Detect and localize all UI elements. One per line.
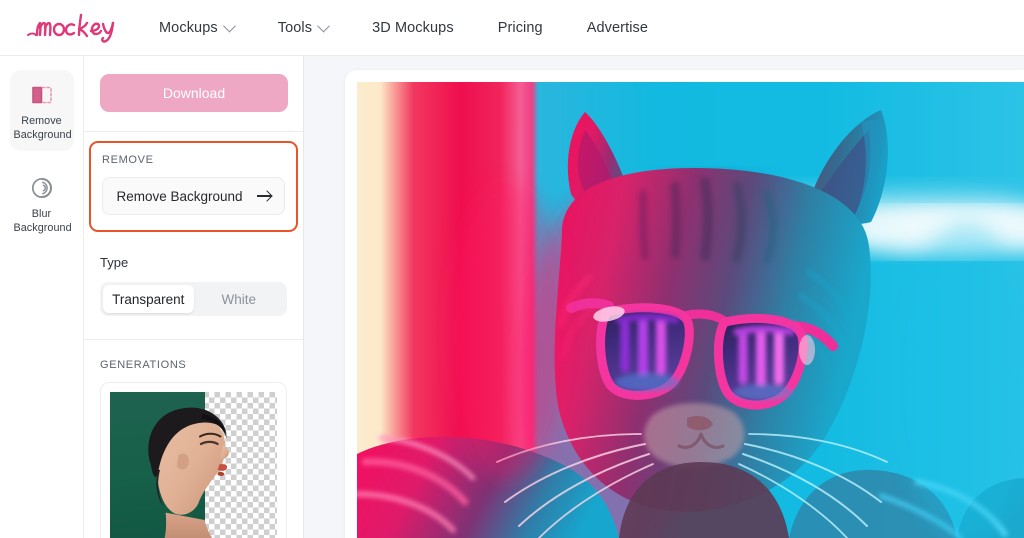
tool-rail: Remove Background Blur Background	[0, 56, 84, 538]
mockey-logo-icon	[26, 13, 114, 43]
chevron-down-icon	[317, 19, 330, 33]
tool-label-line1: Remove	[21, 115, 62, 127]
thumbnail-portrait	[148, 407, 229, 538]
mockey-logo[interactable]	[0, 8, 145, 48]
nav-item-mockups[interactable]: Mockups	[145, 14, 248, 42]
generations-heading: GENERATIONS	[100, 359, 187, 371]
tool-label-line2: Background	[13, 128, 72, 141]
type-option-white[interactable]: White	[194, 285, 285, 313]
nav-item-tools[interactable]: Tools	[264, 14, 342, 42]
nav-label: Mockups	[159, 19, 218, 36]
generation-item[interactable]	[100, 382, 287, 538]
blur-background-icon	[14, 174, 70, 202]
tool-blur-background[interactable]: Blur Background	[10, 163, 74, 244]
nav-label: Pricing	[497, 19, 543, 36]
tool-remove-background[interactable]: Remove Background	[9, 70, 74, 151]
type-section-label: Type	[100, 255, 129, 270]
tool-label-line2: Background	[13, 221, 72, 234]
remove-background-icon	[14, 81, 70, 109]
editor-canvas	[304, 56, 1024, 538]
generation-thumbnail	[110, 392, 277, 538]
remove-background-button[interactable]: Remove Background	[102, 177, 285, 215]
canvas-image[interactable]	[357, 82, 1024, 538]
options-panel: Download REMOVE Remove Background Type T…	[84, 56, 304, 538]
remove-section-highlight: REMOVE Remove Background	[89, 141, 298, 232]
main-navigation: Mockups Tools 3D Mockups Pricing Adverti…	[145, 14, 662, 42]
type-option-transparent[interactable]: Transparent	[103, 285, 194, 313]
download-area: Download	[84, 56, 303, 112]
arrow-right-icon	[256, 195, 271, 197]
cat-neon-photo	[357, 82, 1024, 538]
nav-item-3d-mockups[interactable]: 3D Mockups	[358, 14, 468, 42]
nav-item-pricing[interactable]: Pricing	[484, 14, 557, 42]
type-segmented-control: Transparent White	[100, 282, 287, 316]
panel-divider-2	[84, 339, 303, 340]
app-header: Mockups Tools 3D Mockups Pricing Adverti…	[0, 0, 1024, 56]
chevron-down-icon	[222, 19, 236, 33]
nav-item-advertise[interactable]: Advertise	[573, 14, 662, 42]
remove-section-heading: REMOVE	[102, 154, 154, 166]
tool-label: Remove Background	[13, 115, 72, 142]
remove-background-button-label: Remove Background	[116, 188, 243, 204]
tool-label-line1: Blur	[31, 208, 52, 220]
tool-label: Blur Background	[13, 208, 72, 235]
nav-label: Advertise	[586, 19, 649, 36]
panel-divider-1	[84, 131, 303, 132]
nav-label: 3D Mockups	[372, 19, 454, 36]
download-button[interactable]: Download	[100, 74, 288, 112]
image-card	[345, 70, 1024, 538]
nav-label: Tools	[277, 19, 313, 36]
